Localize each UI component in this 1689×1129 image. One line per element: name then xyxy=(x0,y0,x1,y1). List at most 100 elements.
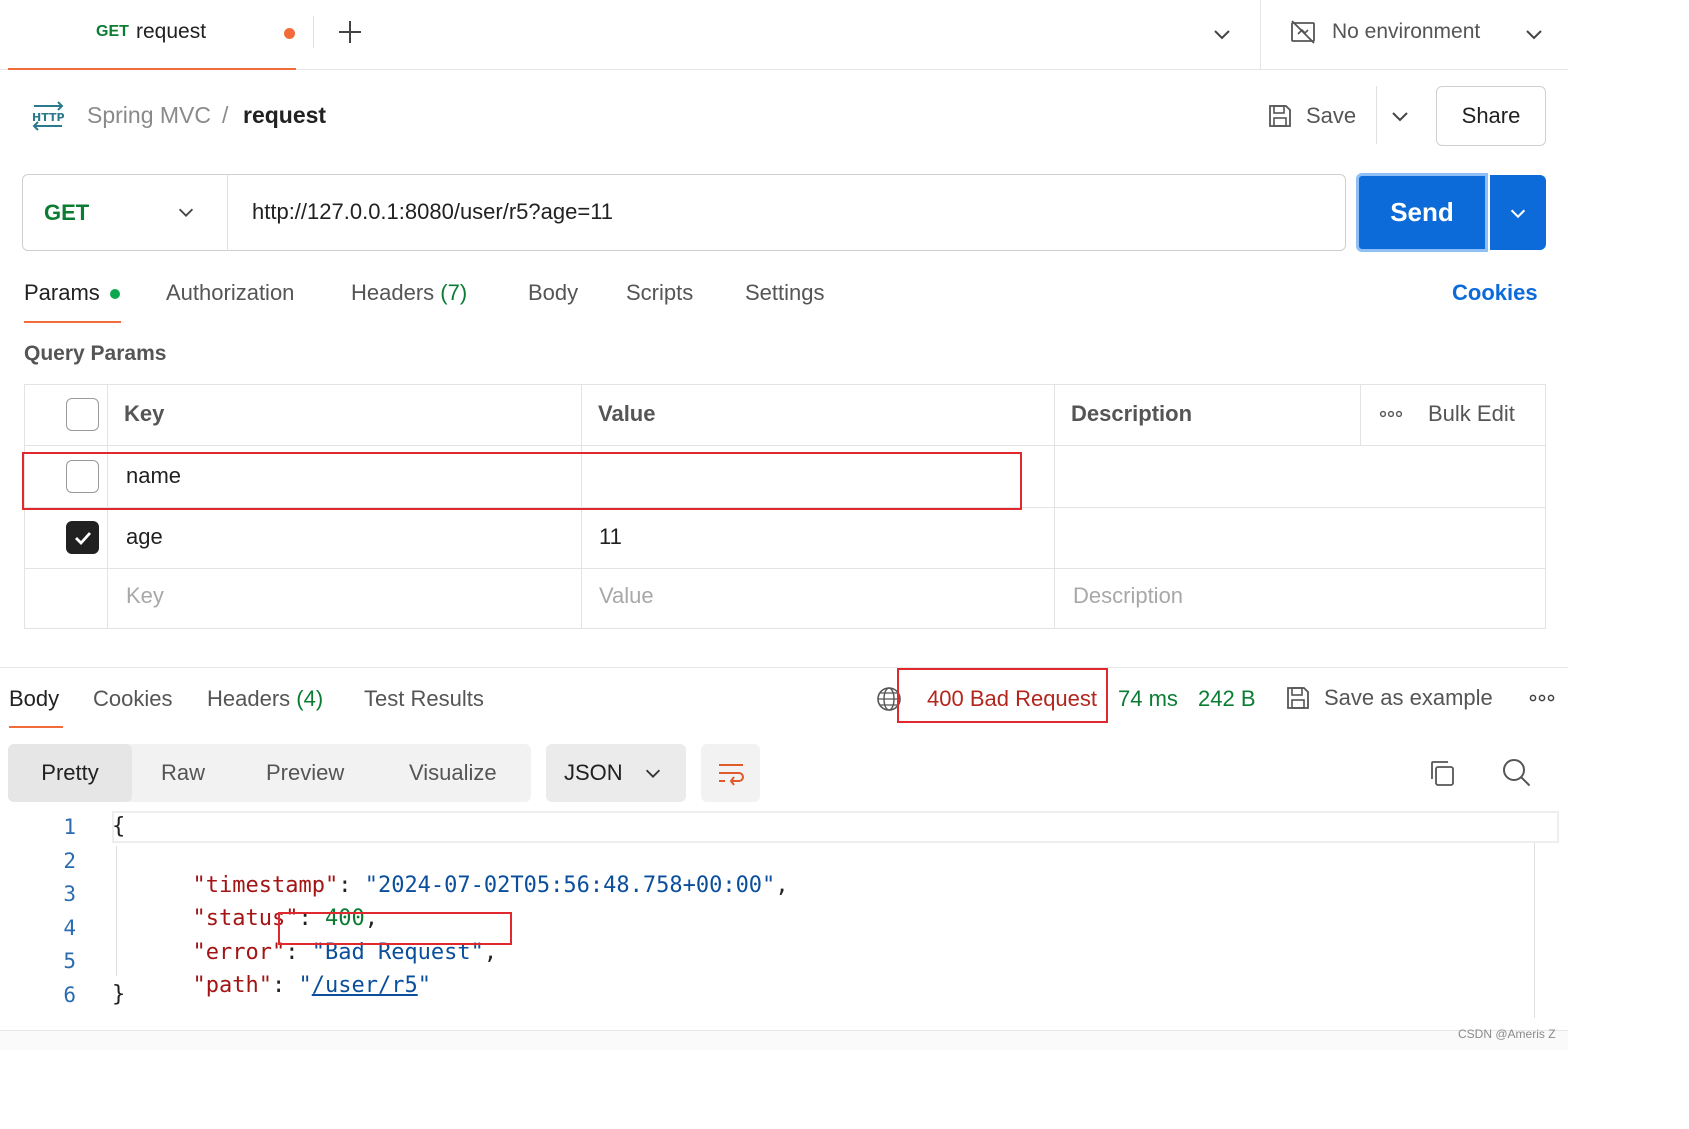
code-scrollbar[interactable] xyxy=(1534,843,1535,1018)
line-number: 5 xyxy=(63,949,76,973)
unsaved-indicator xyxy=(284,28,295,39)
active-tab-underline xyxy=(9,726,63,728)
response-tab-body[interactable]: Body xyxy=(9,686,59,712)
tab-authorization[interactable]: Authorization xyxy=(166,280,294,306)
param-checkbox-checked[interactable] xyxy=(66,521,99,554)
tab-title[interactable]: request xyxy=(136,20,206,44)
param-value[interactable]: 11 xyxy=(599,524,622,550)
chevron-down-icon xyxy=(1510,209,1526,218)
new-value-input[interactable]: Value xyxy=(599,583,654,609)
response-size[interactable]: 242 B xyxy=(1198,686,1256,712)
line-number: 3 xyxy=(63,882,76,906)
column-header-key: Key xyxy=(124,401,165,426)
save-as-example-label: Save as example xyxy=(1324,685,1493,710)
select-all-checkbox[interactable] xyxy=(66,398,99,431)
tab-params[interactable]: Params xyxy=(24,280,100,306)
status-badge[interactable]: 400 Bad Request xyxy=(927,686,1097,712)
watermark: CSDN @Ameris Z xyxy=(1458,1027,1556,1041)
no-environment-icon xyxy=(1291,20,1315,44)
column-divider xyxy=(1360,384,1361,445)
line-number: 2 xyxy=(63,849,76,873)
column-header-value: Value xyxy=(598,401,656,426)
json-colon: : xyxy=(271,973,299,998)
json-string: "2024-07-02T05:56:48.758+00:00" xyxy=(364,873,776,898)
code-line-5: "path": "/user/r5" xyxy=(166,948,431,998)
copy-icon[interactable] xyxy=(1427,758,1457,788)
tab-method-label: GET xyxy=(96,23,129,40)
format-preview[interactable]: Preview xyxy=(266,760,344,786)
json-string: " xyxy=(298,973,312,998)
environment-divider xyxy=(1260,0,1261,70)
cookies-link[interactable]: Cookies xyxy=(1452,280,1538,306)
headers-count: (7) xyxy=(440,280,468,305)
line-number: 1 xyxy=(63,815,76,839)
active-tab-underline xyxy=(24,321,121,323)
json-path-link[interactable]: /user/r5 xyxy=(312,973,418,998)
wrap-icon xyxy=(718,764,744,786)
response-tab-headers-label: Headers xyxy=(207,686,291,711)
breadcrumb-current[interactable]: request xyxy=(243,102,326,129)
tab-headers[interactable]: Headers (7) xyxy=(351,280,467,306)
new-description-input[interactable]: Description xyxy=(1073,583,1183,609)
tab-body[interactable]: Body xyxy=(528,280,578,306)
save-button[interactable]: Save xyxy=(1266,96,1370,136)
chevron-down-icon[interactable] xyxy=(1210,22,1234,46)
chevron-down-icon[interactable] xyxy=(1522,22,1546,46)
current-line-highlight xyxy=(112,811,1559,843)
highlight-box xyxy=(22,452,1022,510)
column-divider xyxy=(1054,384,1055,629)
response-time[interactable]: 74 ms xyxy=(1118,686,1178,712)
param-key[interactable]: age xyxy=(126,524,163,550)
chevron-down-icon[interactable] xyxy=(1388,104,1412,128)
language-label: JSON xyxy=(564,760,623,785)
json-key: "path" xyxy=(192,973,272,998)
save-divider xyxy=(1376,86,1377,144)
highlight-box xyxy=(278,912,512,945)
send-button[interactable]: Send xyxy=(1356,173,1488,252)
plus-icon[interactable] xyxy=(336,18,364,46)
format-pretty[interactable]: Pretty xyxy=(8,744,132,802)
code-line-6: } xyxy=(112,982,126,1007)
more-icon[interactable] xyxy=(1379,406,1403,422)
status-bar xyxy=(0,1030,1568,1050)
new-key-input[interactable]: Key xyxy=(126,583,164,609)
response-tab-test-results[interactable]: Test Results xyxy=(364,686,484,712)
code-line-1: { xyxy=(112,814,126,839)
response-divider xyxy=(0,667,1568,668)
breadcrumb-collection[interactable]: Spring MVC xyxy=(87,102,211,129)
url-input[interactable]: http://127.0.0.1:8080/user/r5?age=11 xyxy=(252,199,613,225)
json-string: " xyxy=(417,973,431,998)
response-headers-count: (4) xyxy=(296,686,324,711)
params-active-dot xyxy=(110,289,120,299)
save-as-example-button[interactable]: Save as example xyxy=(1284,684,1493,712)
more-icon[interactable] xyxy=(1528,690,1556,706)
chevron-down-icon[interactable] xyxy=(642,762,664,784)
svg-text:HTTP: HTTP xyxy=(32,111,65,124)
bulk-edit-button[interactable]: Bulk Edit xyxy=(1428,401,1515,427)
environment-selector[interactable]: No environment xyxy=(1332,20,1480,44)
response-tab-headers[interactable]: Headers (4) xyxy=(207,686,323,712)
send-options-button[interactable] xyxy=(1490,175,1546,250)
wrap-lines-button[interactable] xyxy=(701,744,760,802)
format-visualize[interactable]: Visualize xyxy=(409,760,497,786)
query-params-title: Query Params xyxy=(24,342,167,365)
response-tab-cookies[interactable]: Cookies xyxy=(93,686,172,712)
search-icon[interactable] xyxy=(1500,756,1532,788)
save-icon xyxy=(1269,105,1291,127)
format-raw[interactable]: Raw xyxy=(161,760,205,786)
column-header-description: Description xyxy=(1071,401,1193,426)
breadcrumb-separator: / xyxy=(222,102,229,128)
share-button[interactable]: Share xyxy=(1436,86,1546,146)
indent-guide xyxy=(116,846,117,976)
check-icon xyxy=(74,531,91,545)
line-number: 6 xyxy=(63,983,76,1007)
table-divider xyxy=(24,568,1546,569)
table-divider xyxy=(24,445,1546,446)
method-label: GET xyxy=(44,200,90,225)
tab-settings[interactable]: Settings xyxy=(745,280,825,306)
save-icon xyxy=(1287,687,1309,709)
tab-divider xyxy=(313,16,314,48)
chevron-down-icon[interactable] xyxy=(175,201,197,223)
http-icon: HTTP xyxy=(32,101,65,131)
tab-scripts[interactable]: Scripts xyxy=(626,280,693,306)
